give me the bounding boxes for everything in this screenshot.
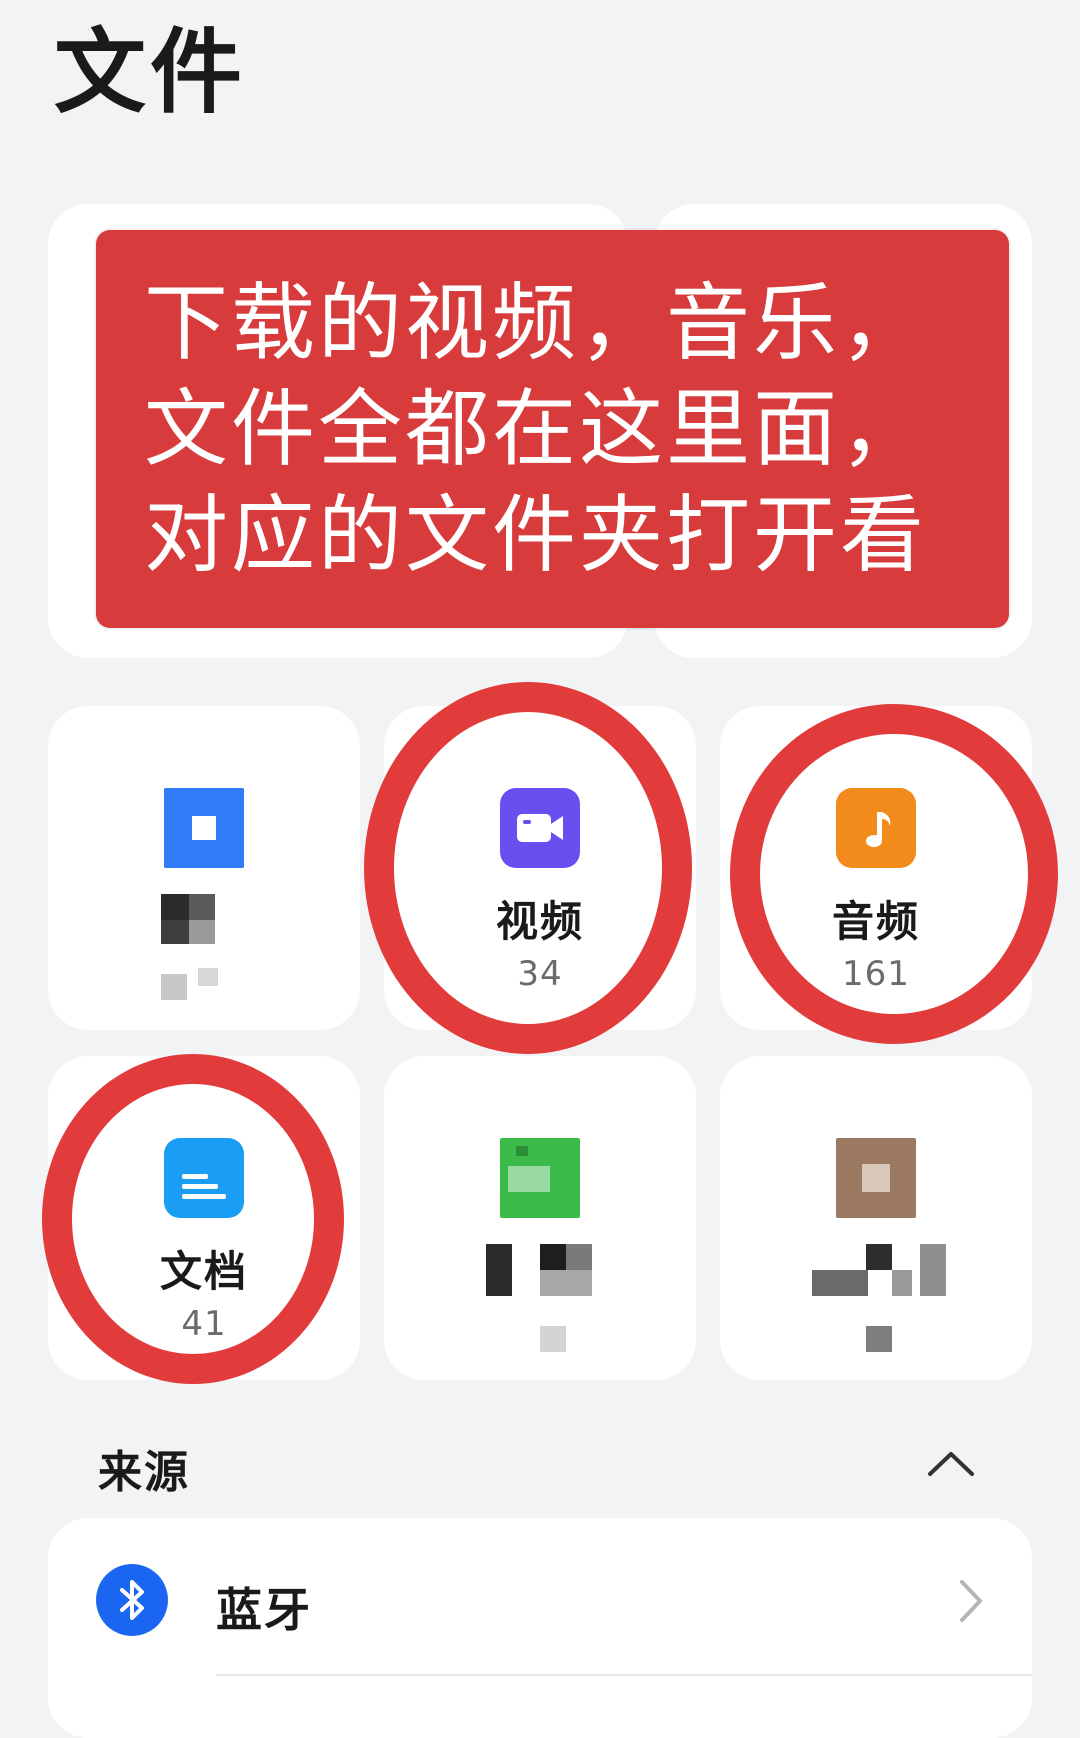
sources-list-card <box>48 1518 1032 1738</box>
blurred-label-pixel <box>866 1244 892 1270</box>
source-item-label: 蓝牙 <box>216 1583 312 1637</box>
blurred-label-pixel <box>189 920 215 944</box>
banner-line-1: 下载的视频，音乐， <box>144 274 928 372</box>
blurred-count-pixel <box>540 1326 566 1352</box>
video-camera-icon <box>500 788 580 868</box>
tile-count-video: 34 <box>517 954 563 994</box>
blurred-label-pixel <box>161 894 189 920</box>
category-tile-blurred-2[interactable] <box>384 1056 696 1380</box>
blurred-label-pixel <box>161 920 189 944</box>
tile-label-audio: 音频 <box>831 897 920 946</box>
blurred-count-pixel <box>161 974 187 1000</box>
category-tile-blurred-1[interactable] <box>48 706 360 1030</box>
banner-line-3: 对应的文件夹打开看 <box>144 486 928 584</box>
blurred-label-pixel <box>540 1244 566 1270</box>
blurred-label-pixel <box>892 1270 912 1296</box>
page-title: 文件 <box>54 19 247 126</box>
document-icon <box>164 1138 244 1218</box>
bluetooth-icon <box>96 1564 168 1636</box>
tile-count-audio: 161 <box>842 954 910 994</box>
blurred-icon <box>164 788 244 868</box>
blurred-label-pixel <box>812 1270 868 1296</box>
tile-label-video: 视频 <box>495 897 584 946</box>
blurred-label-pixel <box>189 894 215 920</box>
category-tile-video[interactable]: 视频 34 <box>384 706 696 1030</box>
blurred-label-pixel <box>920 1244 946 1296</box>
blurred-label-pixel <box>566 1244 592 1270</box>
blurred-count-pixel <box>866 1326 892 1352</box>
blurred-label-pixel <box>540 1270 592 1296</box>
category-tile-docs[interactable]: 文档 41 <box>48 1056 360 1380</box>
annotation-banner: 下载的视频，音乐， 文件全都在这里面， 对应的文件夹打开看 <box>96 230 1009 628</box>
blurred-icon <box>836 1138 916 1218</box>
tile-count-docs: 41 <box>181 1304 227 1344</box>
chevron-right-icon <box>958 1578 984 1624</box>
sources-title: 来源 <box>98 1447 190 1498</box>
category-tile-blurred-3[interactable] <box>720 1056 1032 1380</box>
banner-line-2: 文件全都在这里面， <box>144 380 928 478</box>
music-note-icon <box>836 788 916 868</box>
blurred-count-pixel <box>198 968 218 986</box>
category-tile-audio[interactable]: 音频 161 <box>720 706 1032 1030</box>
list-divider <box>216 1674 1032 1676</box>
blurred-label-pixel <box>486 1244 512 1296</box>
tile-label-docs: 文档 <box>159 1247 248 1296</box>
chevron-up-icon[interactable] <box>926 1448 976 1478</box>
blurred-icon <box>500 1138 580 1218</box>
